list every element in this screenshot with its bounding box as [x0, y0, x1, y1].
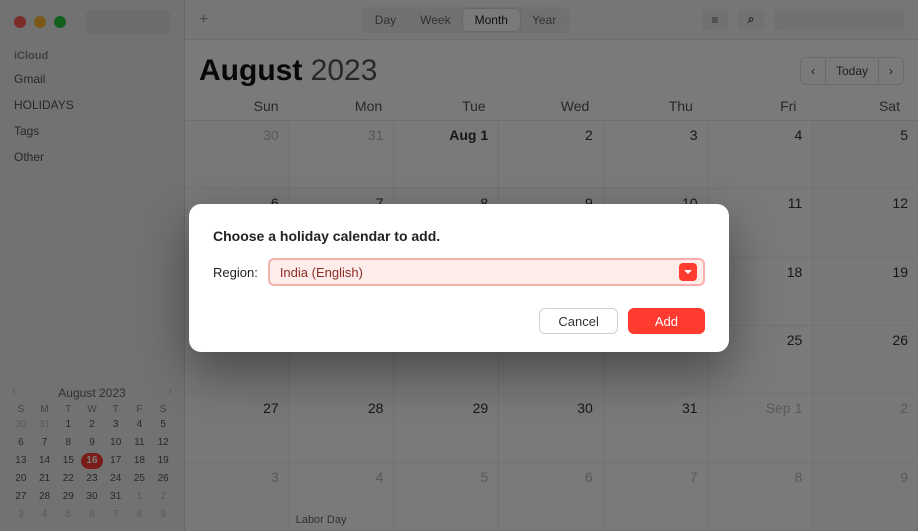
cancel-button[interactable]: Cancel [539, 308, 617, 334]
region-label: Region: [213, 265, 258, 280]
add-holiday-dialog: Choose a holiday calendar to add. Region… [189, 204, 729, 352]
calendar-app: iCloud Gmail HOLIDAYS Tags Other ‹ Augus… [0, 0, 918, 531]
add-button[interactable]: Add [628, 308, 705, 334]
chevron-down-icon [679, 263, 697, 281]
dialog-title: Choose a holiday calendar to add. [213, 228, 705, 244]
region-select[interactable]: India (English) [268, 258, 705, 286]
region-select-value: India (English) [280, 265, 363, 280]
modal-overlay: Choose a holiday calendar to add. Region… [0, 0, 918, 531]
